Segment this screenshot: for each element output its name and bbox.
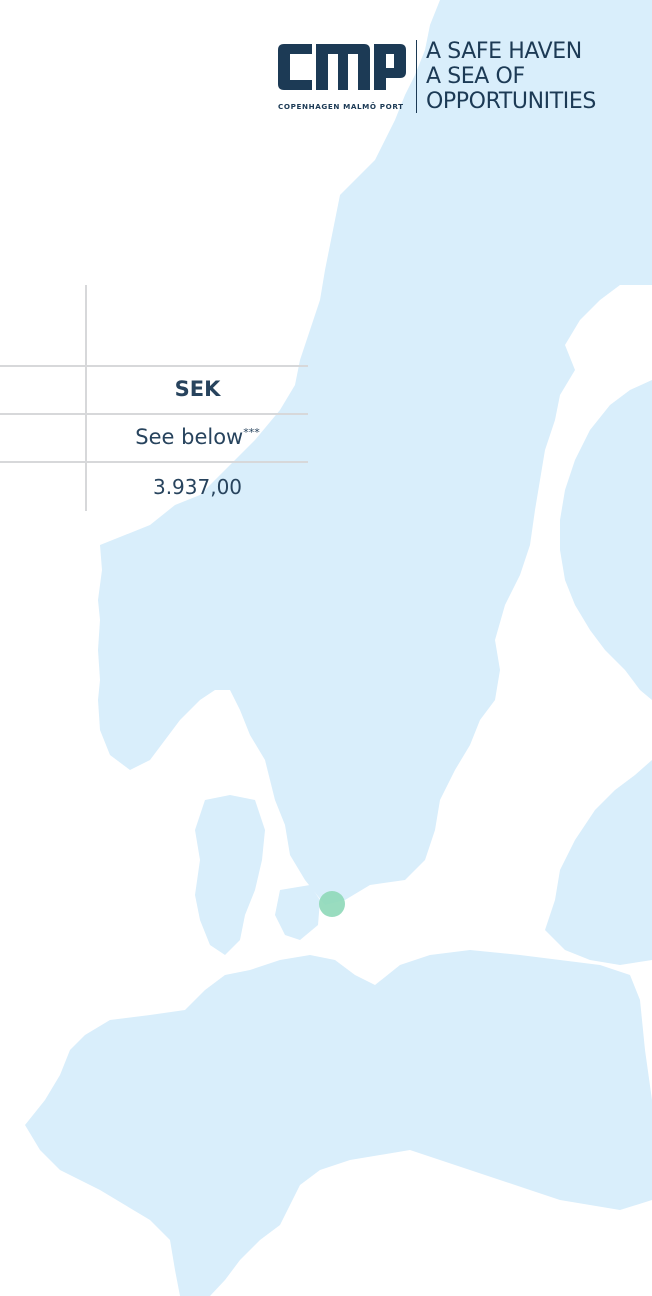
fee-table: SEK See below*** 3.937,00 — [0, 285, 308, 511]
table-cell-footnote: *** — [243, 426, 260, 439]
table-row-divider — [0, 365, 308, 367]
table-cell-row-2: 3.937,00 — [87, 475, 308, 499]
table-cell-value: 3.937,00 — [152, 475, 243, 499]
zealand-island — [275, 885, 320, 940]
table-row-divider — [0, 413, 308, 415]
table-row-divider — [0, 461, 308, 463]
baltic-landmass — [545, 760, 652, 965]
table-cell-row-1: See below*** — [87, 425, 308, 449]
currency-header: SEK — [174, 377, 221, 401]
brand-tagline: A SAFE HAVEN A SEA OF OPPORTUNITIES — [426, 39, 596, 114]
denmark-landmass — [195, 795, 265, 955]
europe-map-background — [25, 0, 652, 1296]
cmp-logo-mark — [278, 44, 406, 90]
tagline-line-1: A SAFE HAVEN — [426, 39, 582, 64]
finland-landmass — [560, 380, 652, 700]
tagline-line-3: OPPORTUNITIES — [426, 89, 596, 114]
logo-subtitle: COPENHAGEN MALMÖ PORT — [278, 102, 404, 111]
port-location-marker — [319, 891, 345, 917]
cmp-logo: COPENHAGEN MALMÖ PORT A SAFE HAVEN A SEA… — [278, 39, 618, 114]
central-europe-landmass — [25, 950, 652, 1296]
logo-divider — [416, 40, 417, 113]
table-cell-value: See below — [135, 425, 244, 449]
tagline-line-2: A SEA OF — [426, 64, 525, 89]
